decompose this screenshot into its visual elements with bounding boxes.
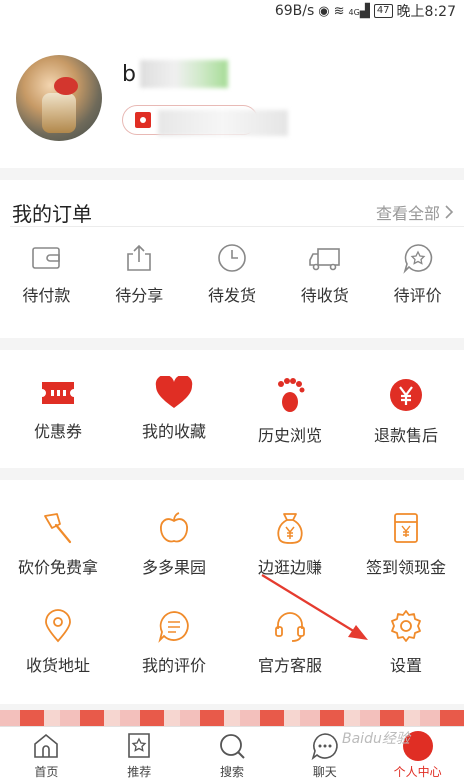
- service-item-coupon[interactable]: 优惠券: [0, 376, 116, 446]
- tab-label: 聊天: [312, 765, 337, 779]
- tool-item-label: 多多果园: [141, 558, 206, 577]
- share-icon: [127, 244, 151, 271]
- checkin-icon: [394, 513, 418, 543]
- truck-icon: [308, 248, 340, 271]
- user-id-redacted-blur: [158, 110, 288, 136]
- tab-search[interactable]: 搜索: [186, 727, 279, 782]
- comment-icon: [158, 611, 189, 643]
- recommend-icon: [128, 733, 150, 758]
- tools-row-2: 收货地址 我的评价 官方客服 设置: [0, 608, 464, 676]
- order-item-pending-payment[interactable]: 待付款: [0, 242, 93, 306]
- coupon-icon: [42, 382, 74, 404]
- tool-item-my-reviews[interactable]: 我的评价: [116, 608, 232, 676]
- service-item-history[interactable]: 历史浏览: [232, 376, 348, 446]
- apple-icon: [160, 512, 188, 543]
- orders-title: 我的订单: [12, 202, 92, 226]
- order-item-pending-shipment[interactable]: 待发货: [186, 242, 279, 306]
- divider: [10, 226, 464, 227]
- signal-icon: 4G▟: [348, 3, 370, 19]
- tab-label: 首页: [34, 765, 59, 779]
- axe-icon: [44, 513, 72, 544]
- order-item-label: 待付款: [22, 286, 71, 305]
- services-section: 优惠券 我的收藏 历史浏览 退款售后: [0, 350, 464, 468]
- tab-label: 搜索: [219, 765, 244, 779]
- tool-item-label: 砍价免费拿: [17, 558, 98, 577]
- wallet-icon: [32, 247, 61, 269]
- service-item-label: 我的收藏: [141, 422, 206, 441]
- view-all-label: 查看全部: [375, 204, 440, 223]
- battery-icon: 47: [373, 4, 393, 18]
- order-item-pending-receipt[interactable]: 待收货: [278, 242, 371, 306]
- tool-item-browse-earn[interactable]: 边逛边赚: [232, 510, 348, 578]
- tool-item-label: 设置: [389, 656, 422, 675]
- footprint-icon: [278, 378, 305, 412]
- order-item-label: 待发货: [207, 286, 256, 305]
- search-icon: [220, 734, 245, 759]
- eye-icon: ◉: [318, 3, 330, 19]
- username-redacted-blur: [140, 60, 228, 88]
- location-icon: [45, 609, 71, 643]
- network-speed: 69B/s: [274, 3, 315, 19]
- order-item-label: 待评价: [393, 286, 442, 305]
- headset-icon: [275, 612, 305, 642]
- tab-label: 个人中心: [393, 765, 442, 779]
- clock-time: 晚上8:27: [396, 4, 456, 20]
- badge-icon: [135, 112, 151, 128]
- tool-item-label: 签到领现金: [365, 558, 446, 577]
- tool-item-settings[interactable]: 设置: [348, 608, 464, 676]
- tool-item-label: 官方客服: [257, 656, 322, 675]
- refund-icon: [390, 379, 422, 411]
- tab-home[interactable]: 首页: [0, 727, 93, 782]
- avatar-flower-shape: [54, 77, 78, 95]
- tool-item-orchard[interactable]: 多多果园: [116, 510, 232, 578]
- tool-item-address[interactable]: 收货地址: [0, 608, 116, 676]
- watermark: Baidu经验: [342, 731, 410, 747]
- wifi-icon: ≋: [333, 3, 345, 19]
- services-row: 优惠券 我的收藏 历史浏览 退款售后: [0, 376, 464, 446]
- order-item-label: 待收货: [300, 286, 349, 305]
- tool-item-label: 收货地址: [25, 656, 90, 675]
- tool-item-label: 我的评价: [141, 656, 206, 675]
- order-item-pending-review[interactable]: 待评价: [371, 242, 464, 306]
- service-item-label: 优惠券: [33, 422, 82, 441]
- service-item-refund[interactable]: 退款售后: [348, 376, 464, 446]
- tool-item-bargain[interactable]: 砍价免费拿: [0, 510, 116, 578]
- service-item-favorites[interactable]: 我的收藏: [116, 376, 232, 446]
- home-icon: [34, 733, 59, 758]
- tab-label: 推荐: [127, 765, 152, 779]
- chat-icon: [311, 733, 338, 761]
- avatar-jar-shape: [42, 93, 76, 133]
- gear-icon: [391, 610, 421, 642]
- tools-section: 砍价免费拿 多多果园 边逛边赚 签到领现金 收货地址 我的评价 官方客服 设置: [0, 480, 464, 704]
- avatar[interactable]: [16, 55, 102, 141]
- tool-item-customer-service[interactable]: 官方客服: [232, 608, 348, 676]
- tool-item-label: 边逛边赚: [257, 558, 322, 577]
- chevron-right-icon: [445, 205, 454, 219]
- tool-item-checkin[interactable]: 签到领现金: [348, 510, 464, 578]
- order-item-pending-share[interactable]: 待分享: [93, 242, 186, 306]
- service-item-label: 退款售后: [373, 426, 438, 445]
- tools-row-1: 砍价免费拿 多多果园 边逛边赚 签到领现金: [0, 510, 464, 578]
- status-bar: 69B/s ◉ ≋ 4G▟ 47 晚上8:27: [0, 0, 464, 22]
- clock-icon: [218, 244, 246, 272]
- orders-section: 我的订单 查看全部 待付款 待分享 待发货 待收货 待评价: [0, 180, 464, 338]
- order-status-row: 待付款 待分享 待发货 待收货 待评价: [0, 242, 464, 306]
- username[interactable]: b: [122, 62, 136, 87]
- heart-icon: [155, 376, 193, 408]
- profile-header: b: [0, 22, 464, 168]
- order-item-label: 待分享: [115, 286, 164, 305]
- money-bag-icon: [277, 513, 303, 544]
- view-all-orders-link[interactable]: 查看全部: [376, 200, 454, 224]
- service-item-label: 历史浏览: [257, 426, 322, 445]
- tab-recommend[interactable]: 推荐: [93, 727, 186, 782]
- review-icon: [402, 244, 432, 274]
